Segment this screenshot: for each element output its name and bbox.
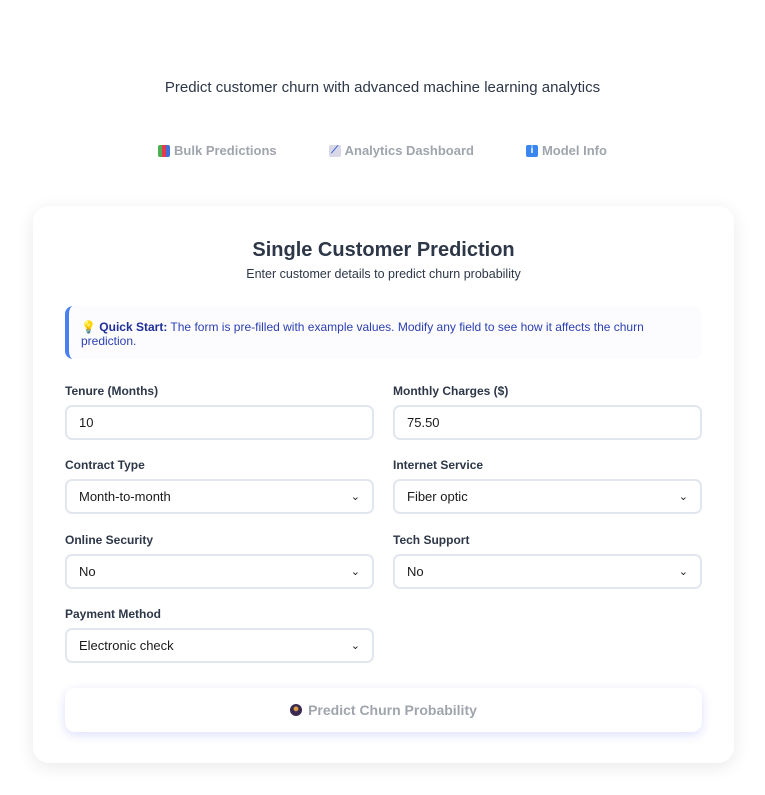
chevron-down-icon: ⌄ xyxy=(350,491,360,503)
prediction-card: Single Customer Prediction Enter custome… xyxy=(33,206,734,763)
nav-tabs: Bulk Predictions ⟋ Analytics Dashboard iM… xyxy=(0,143,765,158)
security-field: Online Security No ⌄ xyxy=(65,533,374,589)
predict-button[interactable]: Predict Churn Probability xyxy=(65,688,702,732)
monthly-charges-input[interactable]: 75.50 xyxy=(393,405,702,440)
card-title: Single Customer Prediction xyxy=(252,239,515,261)
monthly-charges-field: Monthly Charges ($) 75.50 xyxy=(393,384,702,440)
lightbulb-icon: 💡 xyxy=(81,320,96,334)
chevron-down-icon: ⌄ xyxy=(350,566,360,578)
tenure-field: Tenure (Months) 10 xyxy=(65,384,374,440)
internet-field: Internet Service Fiber optic ⌄ xyxy=(393,458,702,514)
tab-bulk-predictions[interactable]: Bulk Predictions xyxy=(158,143,277,158)
chevron-down-icon: ⌄ xyxy=(678,491,688,503)
tenure-input[interactable]: 10 xyxy=(65,405,374,440)
info-icon: i xyxy=(525,144,538,157)
internet-select[interactable]: Fiber optic ⌄ xyxy=(393,479,702,514)
tech-support-field: Tech Support No ⌄ xyxy=(393,533,702,589)
contract-select[interactable]: Month-to-month ⌄ xyxy=(65,479,374,514)
quick-start-info: 💡 Quick Start: The form is pre-filled wi… xyxy=(65,306,702,359)
card-description: Enter customer details to predict churn … xyxy=(246,267,521,281)
page-subtitle: Predict customer churn with advanced mac… xyxy=(164,79,601,96)
line-chart-icon: ⟋ xyxy=(328,144,341,157)
tab-model-info[interactable]: i Model Info xyxy=(525,143,607,158)
tab-analytics-dashboard[interactable]: ⟋ Analytics Dashboard xyxy=(328,143,474,158)
tech-support-select[interactable]: No ⌄ xyxy=(393,554,702,589)
security-select[interactable]: No ⌄ xyxy=(65,554,374,589)
chevron-down-icon: ⌄ xyxy=(350,640,360,652)
payment-field: Payment Method Electronic check ⌄ xyxy=(65,607,374,663)
chevron-down-icon: ⌄ xyxy=(678,566,688,578)
crystal-ball-icon xyxy=(290,704,303,716)
contract-field: Contract Type Month-to-month ⌄ xyxy=(65,458,374,514)
payment-select[interactable]: Electronic check ⌄ xyxy=(65,628,374,663)
bar-chart-icon xyxy=(158,144,171,157)
